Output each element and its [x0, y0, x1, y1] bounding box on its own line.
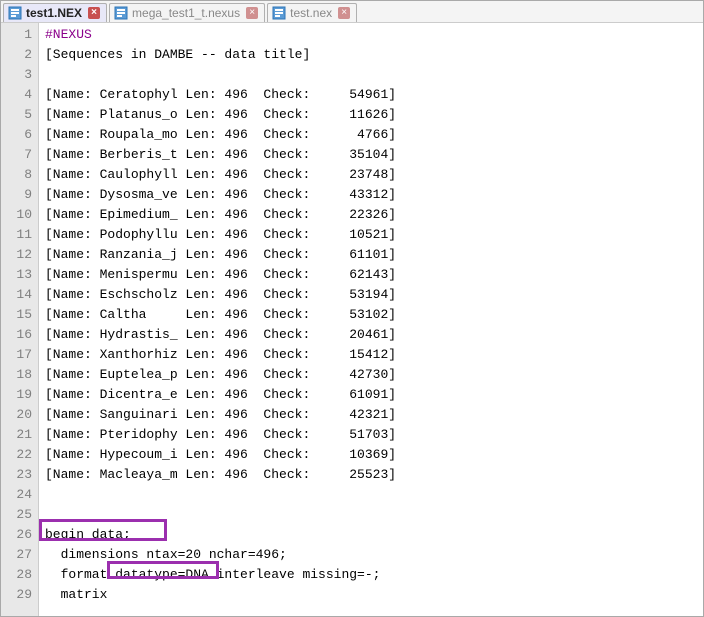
highlight-begin-data [39, 519, 167, 541]
highlight-datatype [107, 561, 219, 579]
file-icon [114, 6, 128, 20]
tab-test-nex[interactable]: test.nex × [267, 3, 357, 22]
tab-bar: test1.NEX × mega_test1_t.nexus × test.ne… [1, 1, 703, 23]
close-icon[interactable]: × [88, 7, 100, 19]
file-icon [8, 6, 22, 20]
file-icon [272, 6, 286, 20]
code-area[interactable]: #NEXUS [Sequences in DAMBE -- data title… [39, 23, 703, 616]
tab-mega-test1[interactable]: mega_test1_t.nexus × [109, 3, 265, 22]
editor: 1234567891011121314151617181920212223242… [1, 23, 703, 616]
tab-label: test1.NEX [26, 6, 82, 20]
close-icon[interactable]: × [246, 7, 258, 19]
line-number-gutter: 1234567891011121314151617181920212223242… [1, 23, 39, 616]
tab-label: mega_test1_t.nexus [132, 6, 240, 20]
close-icon[interactable]: × [338, 7, 350, 19]
tab-test1-nex[interactable]: test1.NEX × [3, 3, 107, 22]
tab-label: test.nex [290, 6, 332, 20]
